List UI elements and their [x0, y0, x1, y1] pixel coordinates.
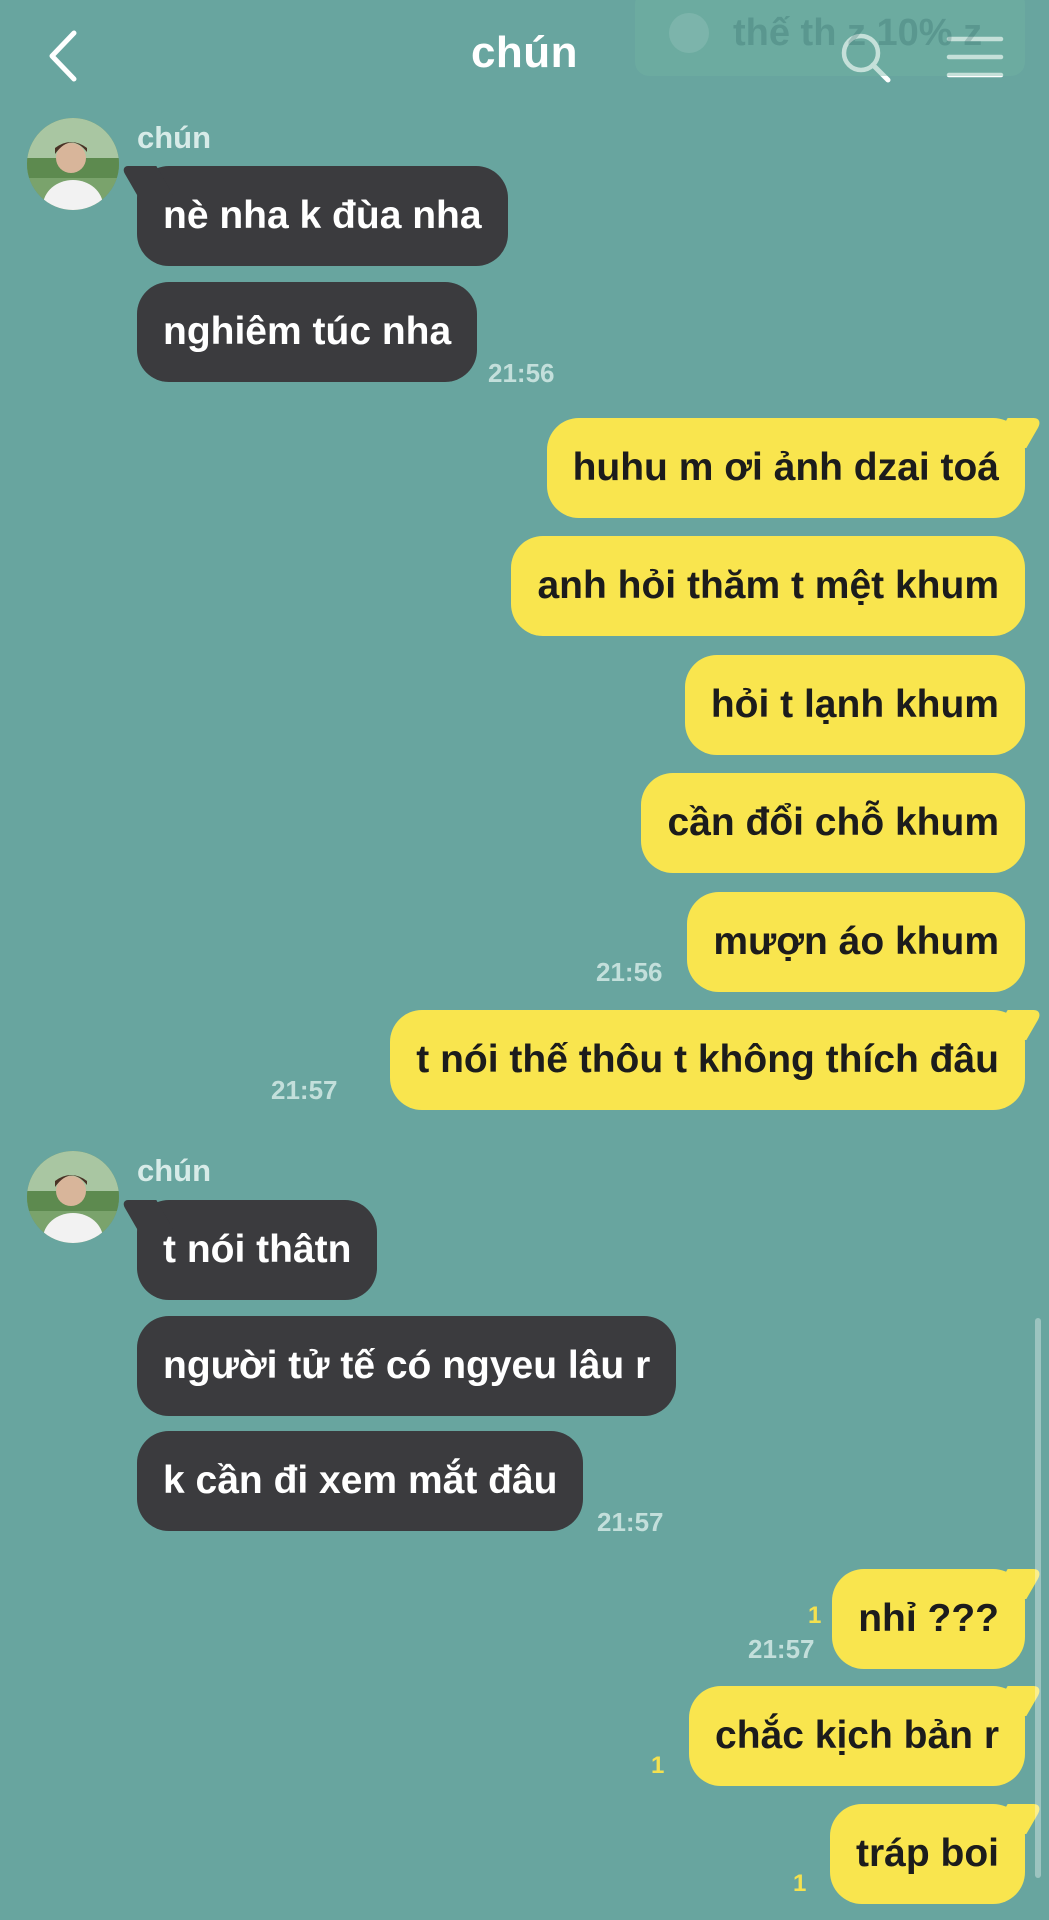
avatar-photo — [27, 1151, 119, 1243]
incoming-message[interactable]: nè nha k đùa nha — [137, 166, 508, 266]
incoming-message[interactable]: nghiêm túc nha — [137, 282, 478, 382]
outgoing-message[interactable]: chắc kịch bản r — [689, 1686, 1025, 1786]
unread-count: 1 — [651, 1752, 665, 1779]
incoming-message[interactable]: k cần đi xem mắt đâu — [137, 1431, 584, 1531]
incoming-message[interactable]: người tử tế có ngyeu lâu r — [137, 1316, 677, 1416]
outgoing-message[interactable]: cần đổi chỗ khum — [641, 773, 1025, 873]
sender-name: chún — [137, 1153, 212, 1188]
message-timestamp: 21:56 — [596, 957, 663, 987]
outgoing-message[interactable]: anh hỏi thăm t mệt khum — [511, 536, 1025, 636]
outgoing-message[interactable]: tráp boi — [830, 1804, 1025, 1904]
outgoing-message[interactable]: huhu m ơi ảnh dzai toá — [546, 418, 1025, 518]
emoji-icon — [669, 13, 709, 53]
avatar-photo — [27, 118, 119, 210]
unread-count: 1 — [793, 1870, 807, 1897]
incoming-message[interactable]: t nói thâtn — [137, 1200, 378, 1300]
message-timestamp: 21:57 — [597, 1507, 664, 1537]
message-timestamp: 21:56 — [488, 358, 555, 388]
outgoing-message[interactable]: t nói thế thôu t không thích đâu — [390, 1010, 1025, 1110]
avatar[interactable] — [27, 118, 119, 210]
message-timestamp: 21:57 — [748, 1634, 815, 1664]
notification-text: thế th z 10% z — [733, 11, 983, 54]
scrollbar[interactable] — [1035, 1318, 1041, 1878]
outgoing-message[interactable]: nhỉ ??? — [832, 1569, 1025, 1669]
outgoing-message[interactable]: hỏi t lạnh khum — [684, 655, 1025, 755]
notification-banner[interactable]: thế th z 10% z — [635, 0, 1025, 76]
sender-name: chún — [137, 120, 212, 155]
outgoing-message[interactable]: mượn áo khum — [687, 892, 1025, 992]
unread-count: 1 — [808, 1602, 822, 1629]
avatar[interactable] — [27, 1151, 119, 1243]
message-timestamp: 21:57 — [271, 1075, 338, 1105]
